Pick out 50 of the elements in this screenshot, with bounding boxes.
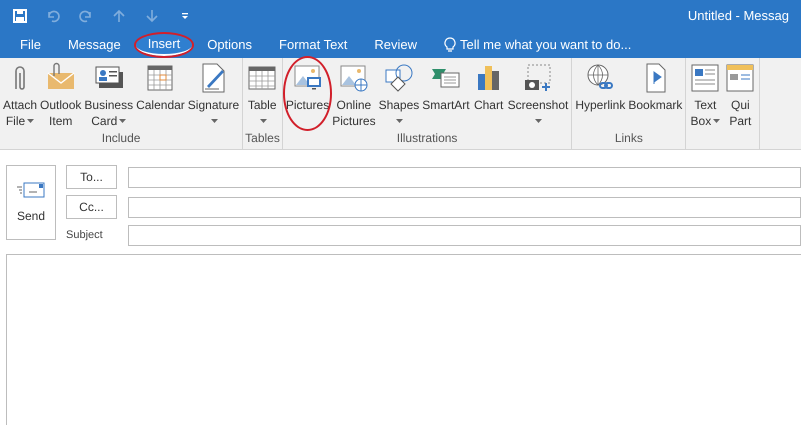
to-field[interactable]: [128, 166, 801, 188]
ribbon-tab[interactable]: Format Text: [267, 34, 360, 56]
tell-me-field[interactable]: Tell me what you want to do...: [460, 34, 660, 54]
ribbon-button[interactable]: Table: [245, 58, 280, 129]
ribbon-button[interactable]: Signature: [186, 58, 240, 129]
ribbon-button[interactable]: Qui Part: [723, 58, 758, 149]
save-icon[interactable]: [12, 8, 28, 24]
envelope-icon: [17, 180, 45, 198]
message-body[interactable]: [6, 254, 801, 425]
caret-icon: [260, 119, 267, 123]
ribbon-button[interactable]: Screenshot: [506, 58, 570, 129]
ribbon-button[interactable]: Outlook Item: [39, 58, 82, 129]
group-label: Illustrations: [396, 130, 458, 147]
ribbon-tab[interactable]: Review: [362, 34, 430, 56]
ribbon-button[interactable]: Text Box: [688, 58, 722, 149]
to-button[interactable]: To...: [66, 165, 117, 189]
quick-parts-icon: [724, 62, 756, 94]
caret-icon: [210, 119, 218, 123]
text-box-icon: [689, 62, 722, 94]
ribbon-button[interactable]: Bookmark: [627, 58, 684, 129]
ribbon-button[interactable]: Shapes: [378, 58, 420, 129]
lightbulb-icon: [444, 36, 456, 52]
send-button[interactable]: Send: [6, 165, 56, 240]
ribbon-tab[interactable]: File: [8, 34, 53, 56]
ribbon-tab[interactable]: Options: [195, 34, 264, 56]
subject-label: Subject: [66, 228, 104, 244]
ribbon-button[interactable]: Hyperlink: [574, 58, 626, 129]
group-label: Include: [100, 130, 142, 147]
ribbon-button[interactable]: Business Card: [83, 58, 134, 129]
caret-icon: [535, 119, 542, 123]
ribbon-button[interactable]: Pictures: [284, 58, 330, 129]
ribbon-button[interactable]: Online Pictures: [331, 58, 377, 129]
caret-icon: [396, 119, 404, 123]
ribbon-tab[interactable]: Insert: [136, 34, 192, 56]
window-title: Untitled - Messag: [688, 6, 789, 25]
caret-icon: [119, 119, 126, 123]
ribbon-button[interactable]: Calendar: [135, 58, 186, 129]
group-label: Tables: [245, 130, 280, 147]
ribbon-tab[interactable]: Message: [56, 34, 133, 56]
caret-icon: [27, 119, 34, 123]
subject-field[interactable]: [128, 225, 801, 246]
shapes-icon: [382, 62, 415, 94]
cc-button[interactable]: Cc...: [66, 195, 117, 219]
cc-field[interactable]: [128, 196, 801, 218]
paperclip-icon: [14, 65, 26, 91]
group-label: Links: [614, 130, 644, 147]
ribbon-button[interactable]: Chart: [472, 58, 506, 129]
ribbon-button[interactable]: SmartArt: [421, 58, 471, 129]
ribbon-button[interactable]: Attach File: [2, 58, 38, 129]
caret-icon: [713, 119, 720, 123]
